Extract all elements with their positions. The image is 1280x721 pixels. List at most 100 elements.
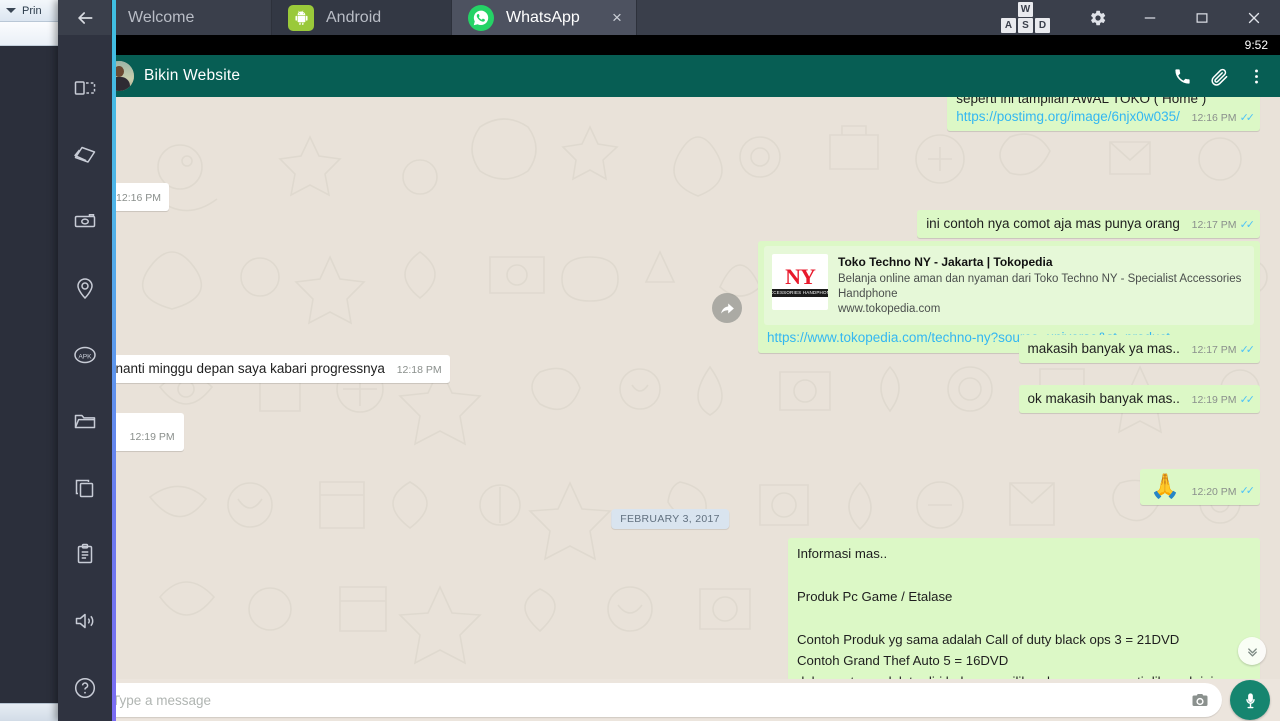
- long-message-bubble[interactable]: Informasi mas.. Produk Pc Game / Etalase…: [788, 538, 1260, 679]
- sidebar-item-shared-folder[interactable]: [58, 388, 112, 455]
- sidebar-item-volume[interactable]: [58, 588, 112, 655]
- date-divider: FEBRUARY 3, 2017: [611, 509, 729, 529]
- read-receipt-icon: ✓✓: [1239, 111, 1256, 124]
- message-meta: 12:16 PM ✓✓: [1192, 111, 1256, 126]
- emulator-window: Welcome Android WhatsApp × W A S D 9:52 …: [58, 0, 1280, 721]
- back-button[interactable]: [58, 0, 112, 35]
- tab-android[interactable]: Android: [272, 0, 452, 35]
- message-text: ok makasih banyak mas..: [1027, 391, 1180, 406]
- android-icon: [288, 4, 314, 31]
- background-app-title: Prin: [22, 5, 42, 17]
- minimize-button[interactable]: [1124, 0, 1176, 35]
- message-row[interactable]: ini contoh nya comot aja mas punya orang…: [917, 210, 1260, 239]
- message-row[interactable]: ok makasih banyak mas.. 12:19 PM ✓✓: [1018, 385, 1260, 414]
- message-meta: 12:18 PM: [397, 363, 442, 377]
- emulator-sidebar: APK: [58, 35, 112, 721]
- close-tab-button[interactable]: ×: [608, 9, 626, 27]
- tab-welcome[interactable]: Welcome: [112, 0, 272, 35]
- android-glyph-icon: [294, 10, 308, 25]
- emoji-message-bubble[interactable]: 🙏 12:20 PM ✓✓: [1139, 469, 1260, 506]
- sidebar-item-location[interactable]: [58, 255, 112, 322]
- apk-icon: APK: [74, 346, 96, 363]
- camera-icon: [1192, 694, 1208, 706]
- message-text: Informasi mas.. Produk Pc Game / Etalase…: [797, 546, 1213, 679]
- message-meta: 12:19 PM ✓✓: [1192, 393, 1256, 408]
- close-icon: [1248, 12, 1260, 23]
- message-meta: 12:17 PM ✓✓: [1192, 218, 1256, 233]
- tab-whatsapp[interactable]: WhatsApp ×: [452, 0, 637, 35]
- sidebar-item-layers[interactable]: [58, 122, 112, 189]
- paperclip-icon: [1211, 68, 1228, 86]
- message-bubble[interactable]: ok makasih banyak mas.. 12:19 PM ✓✓: [1018, 385, 1260, 414]
- sidebar-item-copy[interactable]: [58, 455, 112, 522]
- link-preview-card[interactable]: NY ACCESSORIES HANDPHONE Toko Techno NY …: [764, 246, 1254, 326]
- message-bubble[interactable]: makasih banyak ya mas.. 12:17 PM ✓✓: [1018, 335, 1260, 364]
- chat-message-canvas[interactable]: seperti ini tampilan AWAL TOKO ( Home ) …: [60, 97, 1280, 679]
- gear-icon: [1091, 10, 1106, 25]
- whatsapp-icon: [468, 4, 494, 31]
- maximize-button[interactable]: [1176, 0, 1228, 35]
- key-a: A: [1001, 18, 1016, 33]
- forward-button[interactable]: [712, 293, 742, 323]
- contact-name[interactable]: Bikin Website: [144, 67, 240, 85]
- window-left-accent-bar: [112, 0, 116, 721]
- wasd-key-indicator[interactable]: W A S D: [998, 0, 1054, 35]
- message-meta: 12:16 PM: [116, 191, 161, 205]
- message-row[interactable]: Informasi mas.. Produk Pc Game / Etalase…: [788, 538, 1260, 679]
- read-receipt-icon: ✓✓: [1239, 218, 1256, 231]
- link-preview-description: Belanja online aman dan nyaman dari Toko…: [838, 273, 1242, 300]
- composer-input-wrapper[interactable]: [70, 683, 1222, 717]
- message-composer: [60, 679, 1280, 721]
- microphone-icon: [1245, 692, 1255, 708]
- message-bubble[interactable]: ini contoh nya comot aja mas punya orang…: [917, 210, 1260, 239]
- tab-whatsapp-label: WhatsApp: [506, 8, 580, 26]
- sidebar-item-multi-window[interactable]: [58, 55, 112, 122]
- attach-button[interactable]: [1210, 67, 1229, 86]
- back-arrow-icon: [77, 11, 92, 24]
- read-receipt-icon: ✓✓: [1239, 393, 1256, 406]
- voice-message-button[interactable]: [1230, 680, 1270, 720]
- more-options-button[interactable]: [1247, 67, 1266, 86]
- screenshot-icon: [74, 214, 96, 228]
- copy-icon: [75, 479, 94, 498]
- android-status-bar: 9:52: [60, 35, 1280, 55]
- chat-header: Bikin Website: [60, 55, 1280, 97]
- help-icon: [74, 677, 96, 698]
- message-row[interactable]: Ok...nanti minggu depan saya kabari prog…: [78, 355, 450, 384]
- message-time: 12:17 PM: [1191, 344, 1237, 356]
- forward-arrow-icon: [720, 303, 734, 313]
- folder-icon: [74, 415, 96, 429]
- message-row[interactable]: 🙏 12:20 PM ✓✓: [1139, 469, 1260, 506]
- sidebar-item-apk[interactable]: APK: [58, 321, 112, 388]
- tab-welcome-label: Welcome: [128, 8, 195, 26]
- header-actions: [1173, 67, 1266, 86]
- minimize-icon: [1144, 16, 1156, 19]
- message-meta: 12:17 PM ✓✓: [1191, 343, 1256, 358]
- message-bubble[interactable]: seperti ini tampilan AWAL TOKO ( Home ) …: [947, 97, 1260, 132]
- sidebar-item-help[interactable]: [58, 654, 112, 721]
- message-bubble[interactable]: Ok...nanti minggu depan saya kabari prog…: [78, 355, 450, 384]
- scroll-to-bottom-button[interactable]: [1238, 637, 1266, 665]
- sidebar-item-screenshot[interactable]: [58, 188, 112, 255]
- message-row[interactable]: makasih banyak ya mas.. 12:17 PM ✓✓: [1018, 335, 1260, 364]
- call-button[interactable]: [1173, 67, 1192, 86]
- settings-button[interactable]: [1072, 0, 1124, 35]
- message-text: Ok...nanti minggu depan saya kabari prog…: [87, 361, 385, 376]
- message-input[interactable]: [112, 683, 1180, 717]
- sidebar-item-clipboard[interactable]: [58, 521, 112, 588]
- message-text: ini contoh nya comot aja mas punya orang: [926, 216, 1180, 231]
- whatsapp-app: Bikin Website seperti ini tampilan AWAL …: [60, 55, 1280, 721]
- caret-down-icon: [6, 8, 16, 13]
- message-text: seperti ini tampilan AWAL TOKO ( Home ): [956, 97, 1207, 106]
- camera-button[interactable]: [1190, 691, 1210, 709]
- message-meta: 12:19 PM: [130, 430, 175, 444]
- read-receipt-icon: ✓✓: [1239, 343, 1256, 356]
- kebab-menu-icon: [1255, 69, 1258, 83]
- close-window-button[interactable]: [1228, 0, 1280, 35]
- message-link[interactable]: https://postimg.org/image/6njx0w035/: [956, 109, 1180, 124]
- message-time: 12:16 PM: [116, 192, 161, 204]
- message-row[interactable]: seperti ini tampilan AWAL TOKO ( Home ) …: [947, 97, 1260, 132]
- read-receipt-icon: ✓✓: [1239, 485, 1256, 498]
- layers-icon: [74, 146, 96, 163]
- phone-icon: [1175, 68, 1190, 84]
